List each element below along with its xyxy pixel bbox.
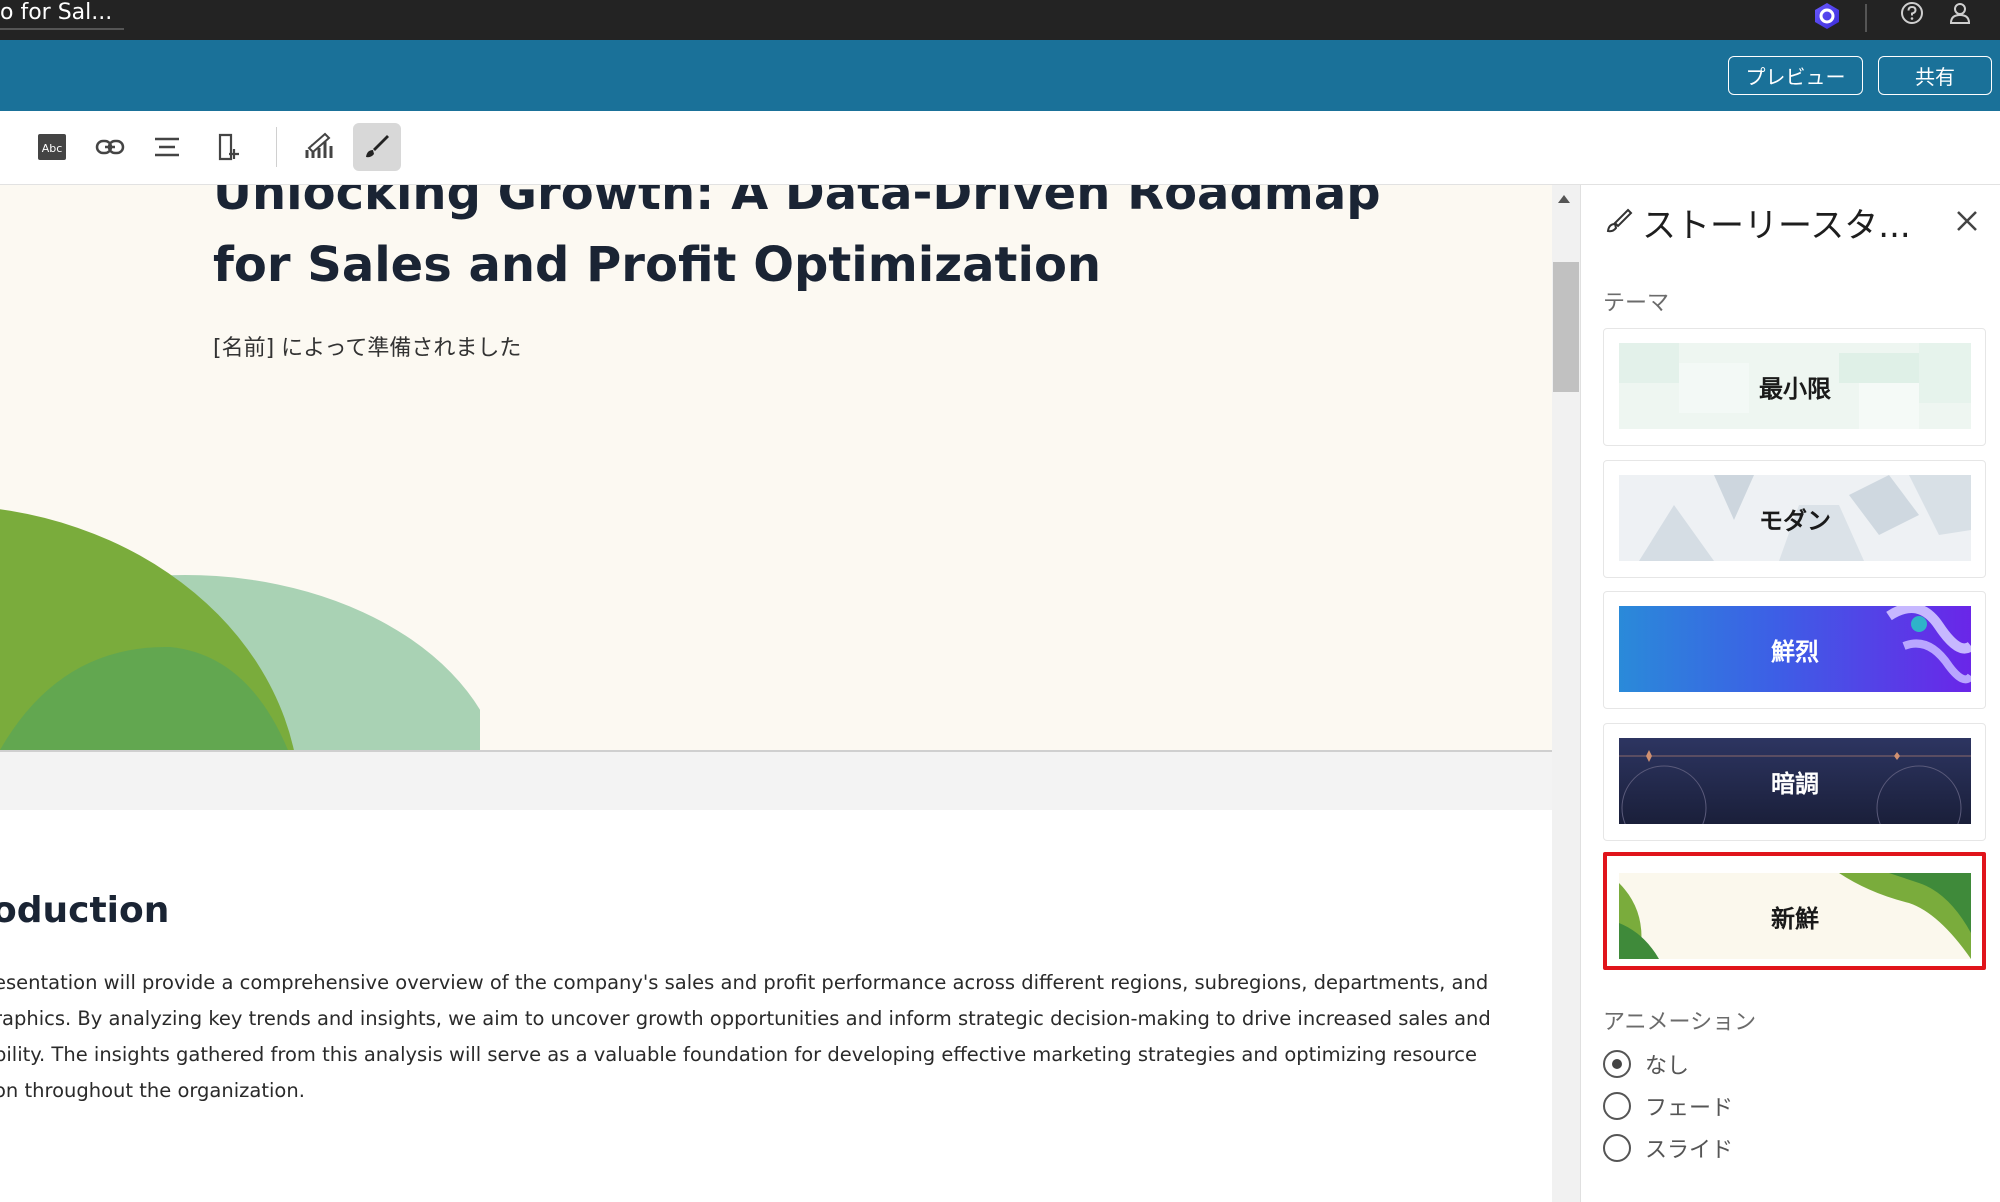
- share-button[interactable]: 共有: [1878, 56, 1992, 95]
- section-paragraph[interactable]: esentation will provide a comprehensive …: [0, 965, 1494, 1109]
- theme-thumbnail: 鮮烈: [1619, 606, 1971, 692]
- help-icon[interactable]: [1898, 0, 1926, 28]
- theme-card-dark[interactable]: 暗調: [1603, 723, 1986, 841]
- decorative-green-shapes: [0, 509, 480, 750]
- title-slide[interactable]: Unlocking Growth: A Data-Driven Roadmap …: [0, 185, 1552, 750]
- user-icon[interactable]: [1946, 0, 1974, 28]
- radio-button[interactable]: [1603, 1092, 1631, 1120]
- svg-text:Abc: Abc: [42, 142, 63, 155]
- scroll-up-arrow-icon[interactable]: [1558, 195, 1570, 203]
- animation-option-fade[interactable]: フェード: [1603, 1090, 1733, 1122]
- spellcheck-button[interactable]: Abc: [28, 123, 76, 171]
- chart-edit-icon: [305, 132, 333, 158]
- align-button[interactable]: [143, 123, 191, 171]
- app-logo-icon[interactable]: [1812, 1, 1842, 31]
- theme-name: モダン: [1759, 506, 1831, 535]
- story-style-button[interactable]: [353, 123, 401, 171]
- document-tab[interactable]: o for Sal...: [0, 0, 125, 30]
- close-icon[interactable]: [1952, 206, 1982, 236]
- add-page-button[interactable]: [204, 123, 252, 171]
- animation-option-none[interactable]: なし: [1603, 1048, 1689, 1080]
- preview-button[interactable]: プレビュー: [1728, 56, 1863, 95]
- paragraph-line: on throughout the organization.: [0, 1079, 305, 1102]
- theme-name: 最小限: [1759, 374, 1831, 403]
- radio-label: フェード: [1645, 1096, 1734, 1121]
- theme-section-label: テーマ: [1603, 291, 1670, 316]
- paragraph-line: bility. The insights gathered from this …: [0, 1043, 1478, 1066]
- app-top-bar: o for Sal...: [0, 0, 2000, 40]
- radio-button[interactable]: [1603, 1050, 1631, 1078]
- story-canvas: Unlocking Growth: A Data-Driven Roadmap …: [0, 185, 1552, 1202]
- spellcheck-icon: Abc: [38, 134, 66, 160]
- chart-edit-button[interactable]: [296, 123, 344, 171]
- toolbar-separator: [276, 127, 277, 167]
- text-format-button[interactable]: [0, 123, 22, 171]
- theme-thumbnail: モダン: [1619, 475, 1971, 561]
- paragraph-line: esentation will provide a comprehensive …: [0, 971, 1489, 994]
- brush-icon: [366, 135, 389, 158]
- radio-button[interactable]: [1603, 1134, 1631, 1162]
- theme-card-vivid[interactable]: 鮮烈: [1603, 591, 1986, 709]
- paragraph-line: raphics. By analyzing key trends and ins…: [0, 1007, 1491, 1030]
- radio-label: なし: [1645, 1054, 1690, 1079]
- editor-toolbar: Abc: [0, 111, 2000, 185]
- slide-gap: [0, 752, 1552, 810]
- theme-card-fresh[interactable]: 新鮮: [1603, 852, 1986, 970]
- scroll-thumb[interactable]: [1553, 262, 1579, 392]
- panel-title: ストーリースタ...: [1642, 206, 1911, 246]
- slide-title-line2[interactable]: for Sales and Profit Optimization: [213, 237, 1101, 293]
- theme-thumbnail: 新鮮: [1619, 873, 1971, 959]
- add-page-icon: [218, 133, 239, 161]
- insert-link-button[interactable]: [86, 123, 134, 171]
- text-icon: [0, 132, 13, 162]
- link-icon: [95, 139, 125, 155]
- section-heading[interactable]: oduction: [0, 890, 169, 931]
- slide-title-line1[interactable]: Unlocking Growth: A Data-Driven Roadmap: [213, 185, 1381, 221]
- theme-name: 暗調: [1771, 769, 1819, 798]
- animation-option-slide[interactable]: スライド: [1603, 1132, 1733, 1164]
- align-icon: [155, 137, 179, 157]
- theme-card-modern[interactable]: モダン: [1603, 460, 1986, 578]
- animation-section-label: アニメーション: [1603, 1010, 1757, 1035]
- brush-icon: [1606, 208, 1633, 233]
- header-bar: [0, 40, 2000, 111]
- radio-label: スライド: [1645, 1138, 1734, 1163]
- theme-name: 新鮮: [1771, 904, 1819, 933]
- theme-thumbnail: 最小限: [1619, 343, 1971, 429]
- theme-thumbnail: 暗調: [1619, 738, 1971, 824]
- slide-subtitle[interactable]: [名前] によって準備されました: [213, 330, 521, 362]
- topbar-separator: [1865, 4, 1867, 32]
- theme-card-minimal[interactable]: 最小限: [1603, 328, 1986, 446]
- theme-name: 鮮烈: [1771, 637, 1819, 666]
